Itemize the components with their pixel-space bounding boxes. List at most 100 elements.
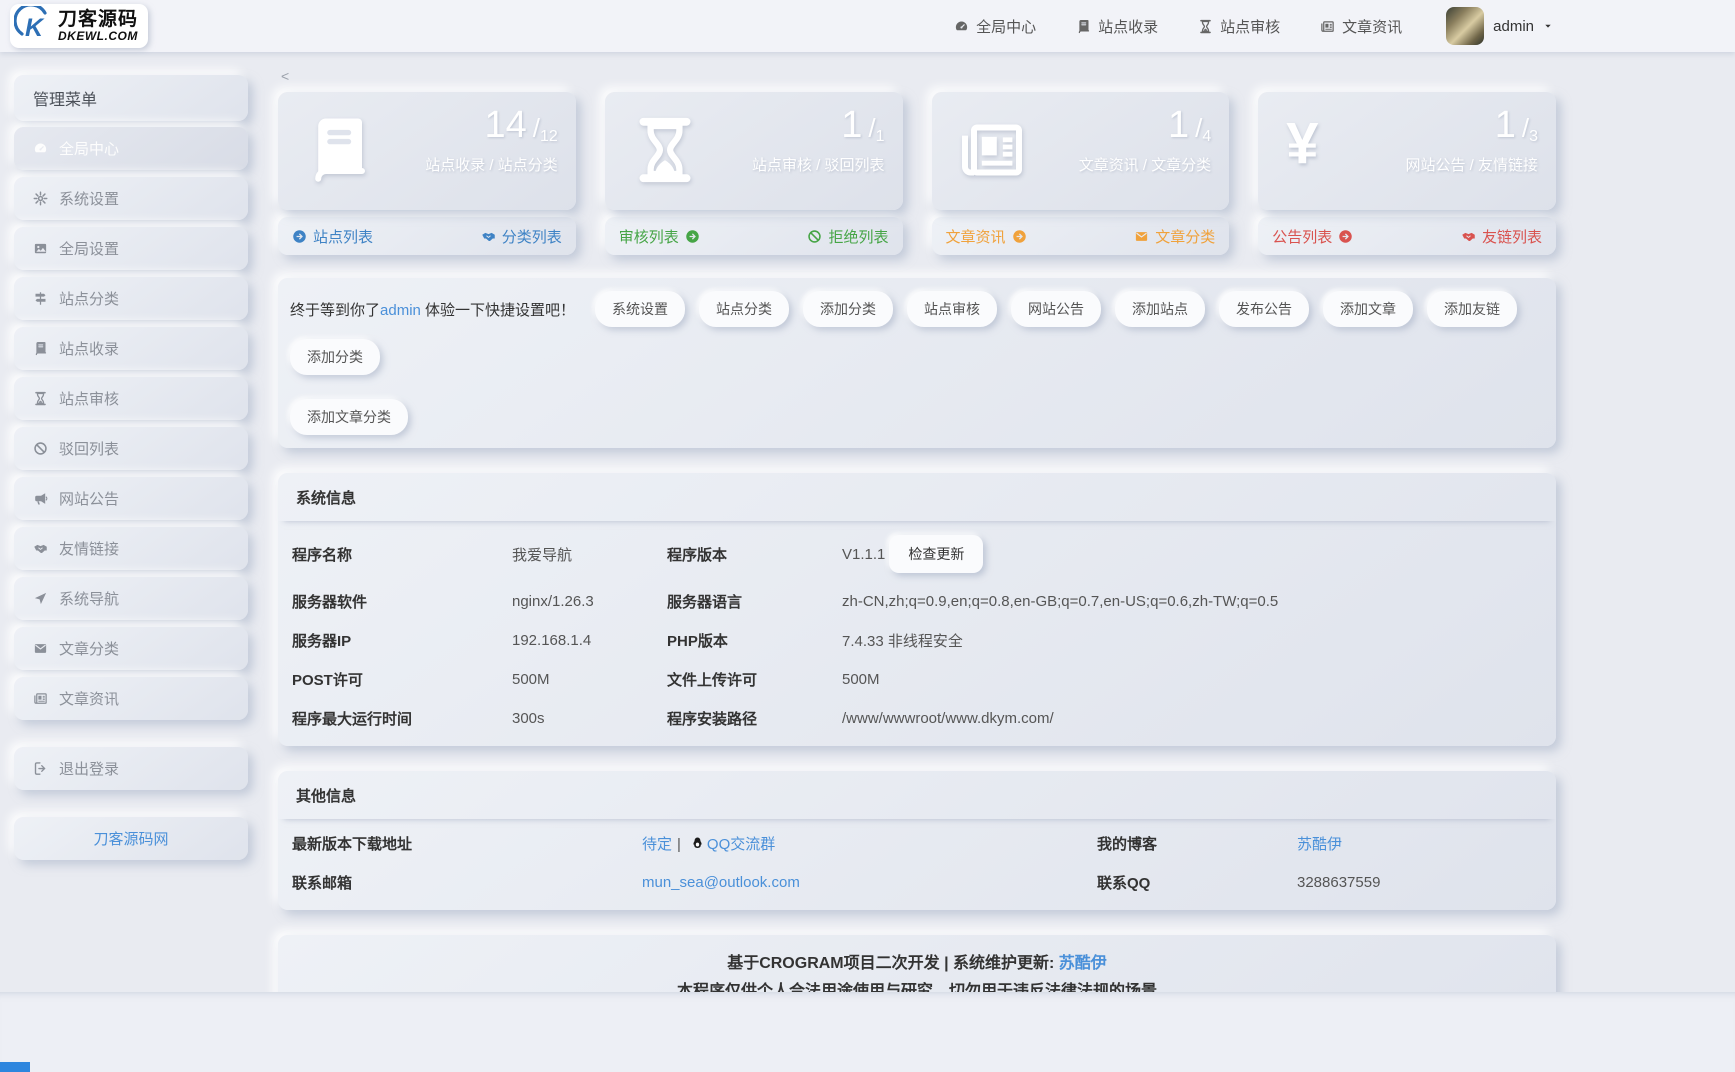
sidebar-item-site-review[interactable]: 站点审核 (14, 377, 248, 420)
stat-card-footer: 站点列表 分类列表 (278, 217, 576, 255)
book-icon (1076, 19, 1091, 34)
arrow-circle-right-icon (292, 229, 307, 244)
info-row: 服务器IP 192.168.1.4 PHP版本 7.4.33 非线程安全 (278, 621, 1556, 660)
topnav-label: 全局中心 (976, 16, 1036, 37)
sidebar-logout[interactable]: 退出登录 (14, 747, 248, 790)
sidebar-item-global-settings[interactable]: 全局设置 (14, 227, 248, 270)
sidebar-item-system-settings[interactable]: 系统设置 (14, 177, 248, 220)
qq-penguin-icon (690, 836, 705, 851)
article-category-link[interactable]: 文章分类 (1134, 226, 1215, 247)
stat-card-footer: 公告列表 友链列表 (1258, 217, 1556, 255)
sidebar-item-article-categories[interactable]: 文章分类 (14, 627, 248, 670)
sidebar-collapse-toggle[interactable]: < (281, 68, 293, 84)
sidebar-item-system-nav[interactable]: 系统导航 (14, 577, 248, 620)
sidebar-item-site-categories[interactable]: 站点分类 (14, 277, 248, 320)
sidebar-item-label: 系统导航 (59, 588, 119, 609)
handshake-icon (1461, 229, 1476, 244)
footer-line-1: 基于CROGRAM项目二次开发 | 系统维护更新: 苏酷伊 (278, 950, 1556, 978)
avatar[interactable] (1446, 7, 1484, 45)
quick-button-publish-announcement[interactable]: 发布公告 (1219, 291, 1309, 327)
quick-button-system-settings[interactable]: 系统设置 (595, 291, 685, 327)
quick-button-add-site[interactable]: 添加站点 (1115, 291, 1205, 327)
topnav-site-index[interactable]: 站点收录 (1076, 16, 1158, 37)
sidebar-item-label: 全局中心 (59, 138, 119, 159)
hourglass-icon (629, 114, 701, 186)
quick-button-add-category[interactable]: 添加分类 (803, 291, 893, 327)
arrow-circle-right-icon (1012, 229, 1027, 244)
map-signs-icon (33, 291, 48, 306)
newspaper-icon (956, 114, 1028, 186)
site-list-link[interactable]: 站点列表 (292, 226, 373, 247)
quick-button-site-review[interactable]: 站点审核 (907, 291, 997, 327)
caret-down-icon (1543, 21, 1553, 31)
envelope-icon (1134, 229, 1149, 244)
rejected-list-link[interactable]: 拒绝列表 (807, 226, 888, 247)
user-menu[interactable]: admin (1446, 7, 1553, 45)
topnav-articles[interactable]: 文章资讯 (1320, 16, 1402, 37)
sidebar-item-friend-links[interactable]: 友情链接 (14, 527, 248, 570)
book-icon (33, 341, 48, 356)
sidebar-site-link-label: 刀客源码网 (93, 828, 168, 849)
maintainer-link[interactable]: 苏酷伊 (1059, 955, 1107, 972)
contact-email-link[interactable]: mun_sea@outlook.com (642, 874, 800, 891)
handshake-icon (481, 229, 496, 244)
friend-link-list-link[interactable]: 友链列表 (1461, 226, 1542, 247)
stat-card-body: ¥ 1/3 网站公告 / 友情链接 (1258, 92, 1556, 210)
review-list-link[interactable]: 审核列表 (619, 226, 700, 247)
tachometer-icon (954, 19, 969, 34)
location-arrow-icon (33, 591, 48, 606)
sidebar-item-rejected-list[interactable]: 驳回列表 (14, 427, 248, 470)
sign-out-icon (33, 761, 48, 776)
ban-icon (807, 229, 822, 244)
sidebar-item-label: 网站公告 (59, 488, 119, 509)
panel-title: 其他信息 (278, 771, 1556, 819)
sidebar-item-site-index[interactable]: 站点收录 (14, 327, 248, 370)
quick-button-add-friend-link[interactable]: 添加友链 (1427, 291, 1517, 327)
ban-icon (33, 441, 48, 456)
yen-icon: ¥ (1286, 110, 1318, 177)
check-update-button[interactable]: 检查更新 (889, 535, 983, 573)
quick-button-add-article-category[interactable]: 添加文章分类 (290, 399, 408, 435)
blog-link[interactable]: 苏酷伊 (1297, 836, 1342, 853)
topnav-global-center[interactable]: 全局中心 (954, 16, 1036, 37)
quick-setup-panel: 终于等到你了admin 体验一下快捷设置吧！ 系统设置 站点分类 添加分类 站点… (278, 278, 1556, 448)
sidebar-header: 管理菜单 (14, 75, 248, 121)
gear-icon (33, 191, 48, 206)
stat-card-articles: 1/4 文章资讯 / 文章分类 文章资讯 文章分类 (932, 92, 1230, 255)
quick-button-site-categories[interactable]: 站点分类 (699, 291, 789, 327)
top-bar: 刀客源码 DKEWL.COM 全局中心 站点收录 站点审核 文章资讯 admin (0, 0, 1735, 52)
qq-group-link[interactable]: QQ交流群 (707, 836, 775, 853)
topnav-label: 站点审核 (1220, 16, 1280, 37)
info-row: 联系邮箱 mun_sea@outlook.com 联系QQ 3288637559 (278, 863, 1556, 902)
sidebar-item-label: 站点分类 (59, 288, 119, 309)
quick-button-add-article[interactable]: 添加文章 (1323, 291, 1413, 327)
quick-button-add-category-2[interactable]: 添加分类 (290, 339, 380, 375)
sidebar-item-global-center[interactable]: 全局中心 (14, 127, 248, 170)
category-list-link[interactable]: 分类列表 (481, 226, 562, 247)
quick-button-announcements[interactable]: 网站公告 (1011, 291, 1101, 327)
brand-logo[interactable]: 刀客源码 DKEWL.COM (10, 4, 148, 48)
sidebar-site-link[interactable]: 刀客源码网 (14, 817, 248, 860)
topnav-site-review[interactable]: 站点审核 (1198, 16, 1280, 37)
article-list-link[interactable]: 文章资讯 (946, 226, 1027, 247)
arrow-circle-right-icon (1338, 229, 1353, 244)
sidebar-item-label: 全局设置 (59, 238, 119, 259)
brand-domain: DKEWL.COM (58, 30, 138, 43)
panel-title: 系统信息 (278, 473, 1556, 521)
other-info-body: 最新版本下载地址 待定|QQ交流群 我的博客 苏酷伊 联系邮箱 mun_sea@… (278, 819, 1556, 910)
sidebar-item-site-announcements[interactable]: 网站公告 (14, 477, 248, 520)
page-bottom-strip (0, 992, 1735, 1072)
welcome-user-link[interactable]: admin (380, 302, 421, 319)
stat-caption: 网站公告 / 友情链接 (1405, 154, 1538, 175)
sidebar-item-articles[interactable]: 文章资讯 (14, 677, 248, 720)
bullhorn-icon (33, 491, 48, 506)
stat-card-body: 1/4 文章资讯 / 文章分类 (932, 92, 1230, 210)
newspaper-icon (33, 691, 48, 706)
hourglass-icon (33, 391, 48, 406)
announcement-list-link[interactable]: 公告列表 (1272, 226, 1353, 247)
stat-card-footer: 审核列表 拒绝列表 (605, 217, 903, 255)
stat-card-site-review: 1/1 站点审核 / 驳回列表 审核列表 拒绝列表 (605, 92, 903, 255)
info-row: 程序最大运行时间 300s 程序安装路径 /www/wwwroot/www.dk… (278, 699, 1556, 738)
k-swoosh-logo-icon (14, 6, 54, 46)
download-pending-link[interactable]: 待定 (642, 836, 672, 853)
